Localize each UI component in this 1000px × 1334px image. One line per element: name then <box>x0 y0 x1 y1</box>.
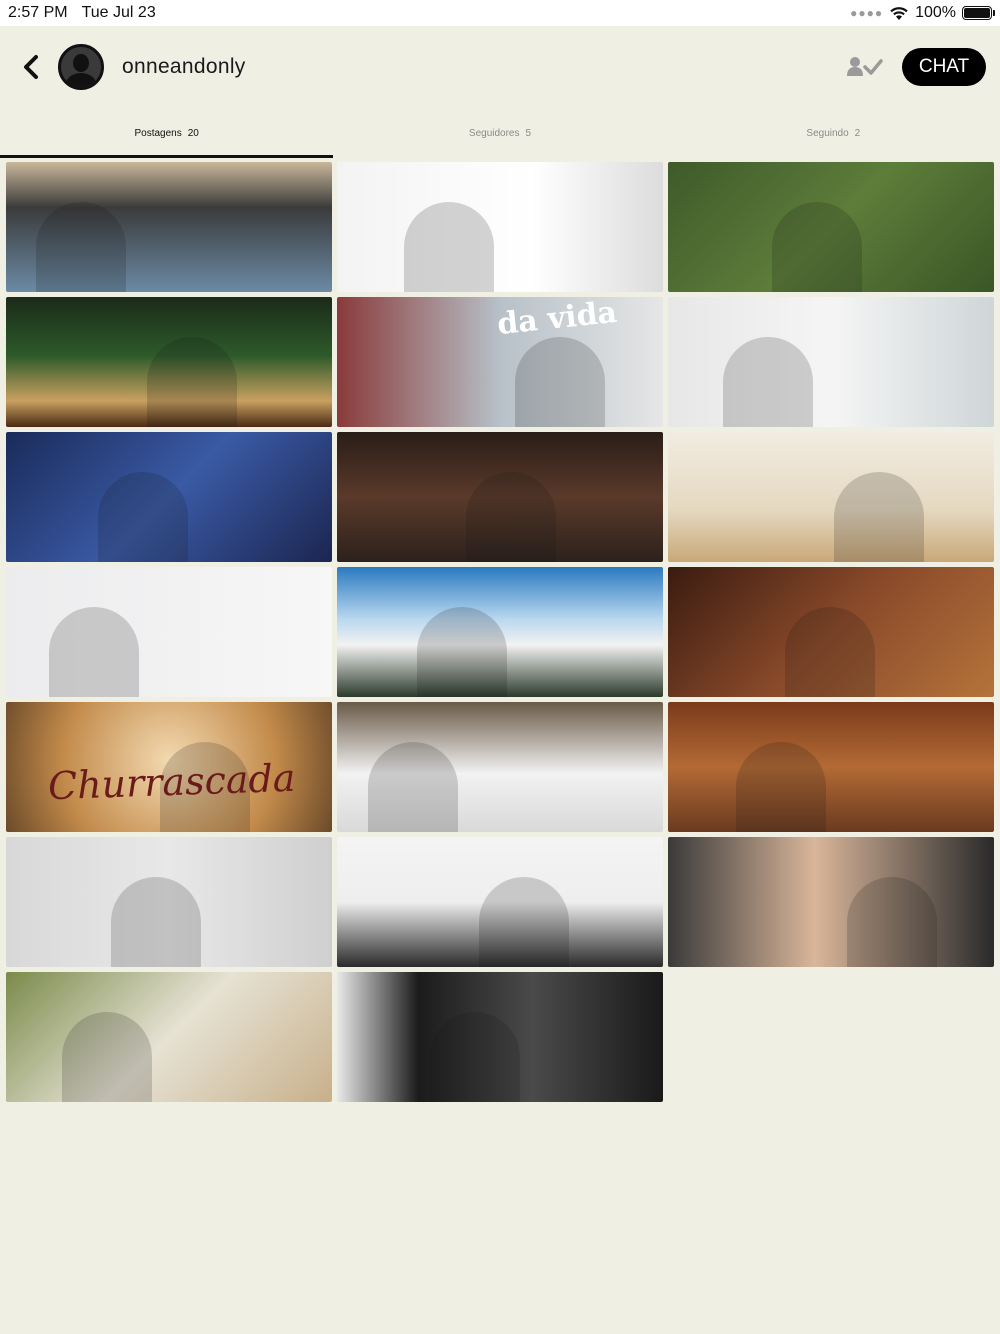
photo-subject <box>847 877 937 967</box>
back-button[interactable] <box>16 47 46 87</box>
cellular-signal-icon: ●●●● <box>850 6 884 20</box>
photo-subject <box>785 607 875 697</box>
battery-icon <box>962 6 995 20</box>
tab-seguidores[interactable]: Seguidores 5 <box>333 108 666 158</box>
post-thumbnail[interactable] <box>337 972 663 1102</box>
tab-seguindo[interactable]: Seguindo 2 <box>667 108 1000 158</box>
post-thumbnail[interactable] <box>668 702 994 832</box>
profile-username: onneandonly <box>122 55 246 78</box>
photo-subject <box>723 337 813 427</box>
post-thumbnail[interactable] <box>337 567 663 697</box>
post-thumbnail[interactable] <box>337 837 663 967</box>
post-thumbnail[interactable] <box>668 837 994 967</box>
photo-subject <box>36 202 126 292</box>
profile-tabs: Postagens 20 Seguidores 5 Seguindo 2 <box>0 108 1000 158</box>
photo-subject <box>98 472 188 562</box>
photo-subject <box>479 877 569 967</box>
photo-subject <box>515 337 605 427</box>
wifi-icon <box>890 7 908 20</box>
photo-caption-text: da vida <box>495 297 619 343</box>
photo-caption-text: Churrascada <box>47 755 297 809</box>
photo-subject <box>404 202 494 292</box>
battery-percent: 100% <box>915 4 956 21</box>
avatar[interactable] <box>58 44 104 90</box>
post-thumbnail[interactable] <box>337 162 663 292</box>
photo-subject <box>417 607 507 697</box>
post-thumbnail[interactable] <box>668 162 994 292</box>
chat-button[interactable]: CHAT <box>902 48 986 86</box>
following-user-icon[interactable] <box>846 54 884 80</box>
photo-subject <box>834 472 924 562</box>
posts-grid: da vida Churrascada <box>6 162 994 1102</box>
tab-count: 20 <box>187 127 199 139</box>
status-date: Tue Jul 23 <box>81 4 156 21</box>
photo-subject <box>49 607 139 697</box>
photo-subject <box>466 472 556 562</box>
photo-subject <box>368 742 458 832</box>
post-thumbnail[interactable]: Churrascada <box>6 702 332 832</box>
post-thumbnail[interactable]: da vida <box>337 297 663 427</box>
chevron-left-icon <box>24 55 38 79</box>
status-bar: 2:57 PM Tue Jul 23 ●●●● 100% <box>0 0 1000 26</box>
post-thumbnail[interactable] <box>6 972 332 1102</box>
photo-subject <box>772 202 862 292</box>
post-thumbnail[interactable] <box>6 297 332 427</box>
post-thumbnail[interactable] <box>668 432 994 562</box>
post-thumbnail[interactable] <box>668 567 994 697</box>
photo-subject <box>111 877 201 967</box>
photo-subject <box>62 1012 152 1102</box>
tab-label: Postagens <box>134 127 182 139</box>
photo-subject <box>147 337 237 427</box>
post-thumbnail[interactable] <box>337 432 663 562</box>
tab-count: 5 <box>525 127 532 139</box>
status-time: 2:57 PM <box>8 4 68 21</box>
photo-subject <box>430 1012 520 1102</box>
post-thumbnail[interactable] <box>6 567 332 697</box>
post-thumbnail[interactable] <box>6 837 332 967</box>
post-thumbnail[interactable] <box>6 432 332 562</box>
tab-label: Seguindo <box>806 127 849 139</box>
post-thumbnail[interactable] <box>6 162 332 292</box>
post-thumbnail[interactable] <box>337 702 663 832</box>
post-thumbnail[interactable] <box>668 297 994 427</box>
profile-header: onneandonly CHAT <box>0 26 1000 108</box>
photo-subject <box>736 742 826 832</box>
tab-count: 2 <box>854 127 861 139</box>
tab-label: Seguidores <box>468 127 520 139</box>
tab-postagens[interactable]: Postagens 20 <box>0 108 334 158</box>
